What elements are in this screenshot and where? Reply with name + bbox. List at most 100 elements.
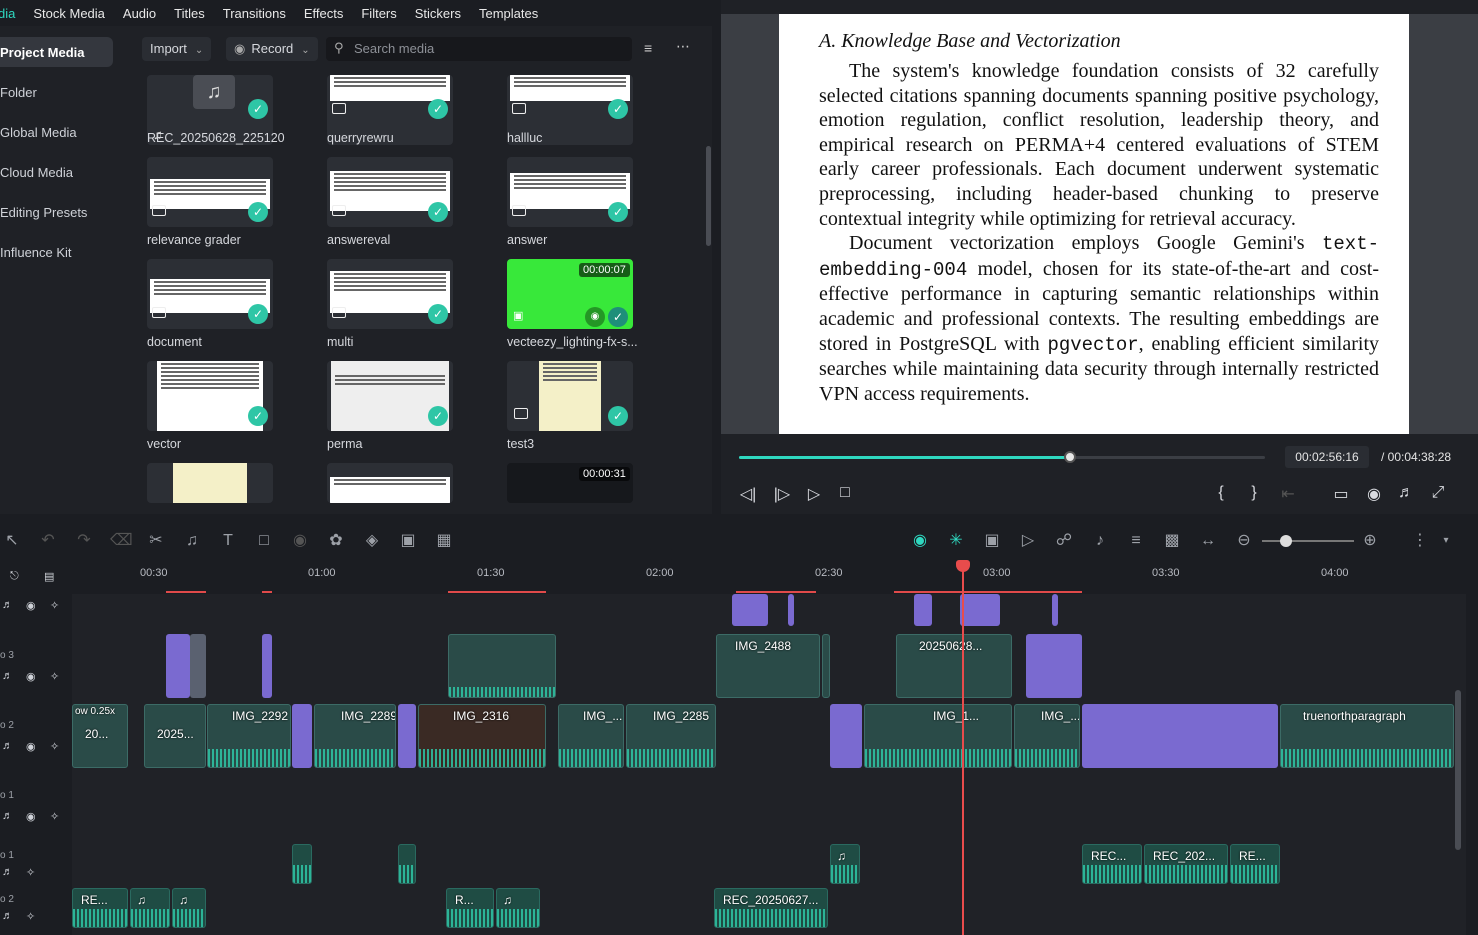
delete-icon[interactable]: ⌫ [110, 531, 133, 551]
eye-icon[interactable]: ◉ [26, 599, 36, 612]
timeline-clip-slow-motion[interactable]: ow 0.25x 20... [72, 704, 128, 768]
lock-icon[interactable]: ✧ [50, 670, 59, 683]
sidebar-item-project-media[interactable]: Project Media [0, 37, 113, 67]
stop-icon[interactable]: □ [835, 484, 855, 502]
eye-icon[interactable]: ◉ [26, 670, 36, 683]
sidebar-item-cloud-media[interactable]: Cloud Media [0, 157, 113, 187]
media-item-partial-2[interactable] [327, 463, 453, 503]
timeline-scrollbar[interactable] [1455, 690, 1461, 850]
media-item-multi[interactable]: ✓ [327, 259, 453, 329]
media-item-partial-1[interactable] [147, 463, 273, 503]
zoom-handle[interactable] [1280, 535, 1292, 547]
playback-progress-bar[interactable] [739, 451, 1265, 463]
sidebar-item-global-media[interactable]: Global Media [0, 117, 113, 147]
chevron-down-icon[interactable]: ▾ [1436, 531, 1456, 551]
audio-clip[interactable]: ♫ [496, 888, 540, 928]
translate-icon[interactable]: ▦ [434, 531, 454, 551]
lock-icon[interactable]: ✧ [50, 599, 59, 612]
timeline-clip-images[interactable] [1082, 704, 1278, 768]
volume-icon[interactable]: ♬ [1396, 484, 1416, 502]
split-icon[interactable]: ✂ [146, 531, 166, 551]
insert-icon[interactable]: ⇤ [1278, 484, 1298, 504]
timeline-clip[interactable] [262, 634, 272, 698]
timeline-clip[interactable] [960, 594, 1000, 626]
lock-icon[interactable]: ✧ [50, 740, 59, 753]
mask-icon[interactable]: ◉ [290, 531, 310, 551]
undo-icon[interactable]: ↶ [38, 531, 58, 551]
timeline-clip[interactable] [292, 704, 312, 768]
timeline-ruler[interactable]: 00:30 01:00 01:30 02:00 02:30 03:00 03:3… [72, 562, 1466, 594]
timeline-clip-img[interactable]: IMG_... [558, 704, 624, 768]
timeline-clip[interactable] [788, 594, 794, 626]
tab-media[interactable]: dia [0, 6, 15, 21]
lock-icon[interactable]: ✧ [50, 810, 59, 823]
timeline-clip[interactable] [822, 634, 830, 698]
auto-highlight-icon[interactable]: ▷ [1018, 531, 1038, 551]
timeline-clip[interactable] [448, 634, 556, 698]
crop-icon[interactable]: □ [254, 531, 274, 551]
timeline-clip[interactable] [190, 634, 206, 698]
text-icon[interactable]: T [218, 531, 238, 551]
timeline-clip-img-2[interactable]: IMG_... [1014, 704, 1080, 768]
audio-clip[interactable] [292, 844, 312, 884]
media-item-perma[interactable]: ✓ [327, 361, 453, 431]
media-item-vecteezy[interactable]: 00:00:07 ▣ ◉ ✓ [507, 259, 633, 329]
zoom-in-icon[interactable]: ⊕ [1360, 531, 1380, 551]
sidebar-item-folder[interactable]: Folder [0, 77, 113, 107]
timeline-clip-img-2488[interactable]: IMG_2488 [716, 634, 820, 698]
tab-templates[interactable]: Templates [479, 6, 538, 21]
replace-icon[interactable]: ▩ [1162, 531, 1182, 551]
timeline-clip[interactable] [166, 634, 190, 698]
speech-icon[interactable]: ▣ [398, 531, 418, 551]
media-item-relevance-grader[interactable]: ✓ [147, 157, 273, 227]
timeline-clip-2025[interactable]: 2025... [144, 704, 206, 768]
tab-stock-media[interactable]: Stock Media [33, 6, 105, 21]
current-time[interactable]: 00:02:56:16 [1285, 446, 1369, 468]
zoom-out-icon[interactable]: ⊖ [1234, 531, 1254, 551]
play-icon[interactable]: ▷ [804, 484, 824, 504]
volume-icon[interactable]: ♬ [2, 670, 13, 682]
zoom-slider[interactable] [1262, 540, 1354, 542]
volume-icon[interactable]: ♬ [2, 866, 13, 878]
tab-filters[interactable]: Filters [361, 6, 396, 21]
mark-in-icon[interactable]: { [1211, 484, 1231, 502]
audio-mixer-icon[interactable]: ≡ [1126, 531, 1146, 551]
volume-icon[interactable]: ♬ [2, 599, 13, 611]
link-tracks-icon[interactable]: ⎋ [10, 570, 19, 583]
fit-icon[interactable]: ↔ [1198, 531, 1218, 551]
tab-titles[interactable]: Titles [174, 6, 205, 21]
timeline-clip[interactable] [732, 594, 768, 626]
audio-clip[interactable]: ♫ [130, 888, 170, 928]
ai-mate-icon[interactable]: ◉ [910, 531, 930, 551]
lock-icon[interactable]: ✧ [26, 910, 35, 923]
timeline-clip[interactable] [830, 704, 862, 768]
microphone-icon[interactable]: ♪ [1090, 531, 1110, 551]
next-frame-icon[interactable]: |▷ [772, 484, 792, 504]
ai-tool-icon[interactable]: ◈ [362, 531, 382, 551]
audio-clip-re[interactable]: RE... [1230, 844, 1280, 884]
mark-out-icon[interactable]: } [1244, 484, 1264, 502]
timeline-clip-img-2289[interactable]: IMG_2289 [314, 704, 396, 768]
sidebar-item-influence-kit[interactable]: Influence Kit [0, 237, 113, 267]
more-options-icon[interactable]: ⋯ [676, 38, 690, 55]
fullscreen-icon[interactable]: ⤢ [1428, 484, 1448, 502]
media-scrollbar[interactable] [706, 146, 711, 246]
timeline-clip-20250628[interactable]: 20250628... [896, 634, 1012, 698]
tab-transitions[interactable]: Transitions [223, 6, 286, 21]
timeline-clip-img-2316[interactable]: IMG_2316 [418, 704, 546, 768]
playhead[interactable] [962, 562, 964, 935]
audio-clip-rec[interactable]: REC... [1082, 844, 1142, 884]
timeline-clip-img-2285[interactable]: IMG_2285 [626, 704, 716, 768]
lock-icon[interactable]: ✧ [26, 866, 35, 879]
timeline-clip[interactable] [1026, 634, 1082, 698]
filter-icon[interactable]: ≡ [644, 40, 652, 56]
media-item-document[interactable]: ✓ [147, 259, 273, 329]
camera-record-icon[interactable]: ▣ [982, 531, 1002, 551]
tab-audio[interactable]: Audio [123, 6, 156, 21]
eye-icon[interactable]: ◉ [26, 810, 36, 823]
color-icon[interactable]: ✿ [326, 531, 346, 551]
record-button[interactable]: ◉ Record ⌄ [226, 37, 318, 61]
volume-icon[interactable]: ♬ [2, 910, 13, 922]
redo-icon[interactable]: ↷ [74, 531, 94, 551]
tab-effects[interactable]: Effects [304, 6, 344, 21]
